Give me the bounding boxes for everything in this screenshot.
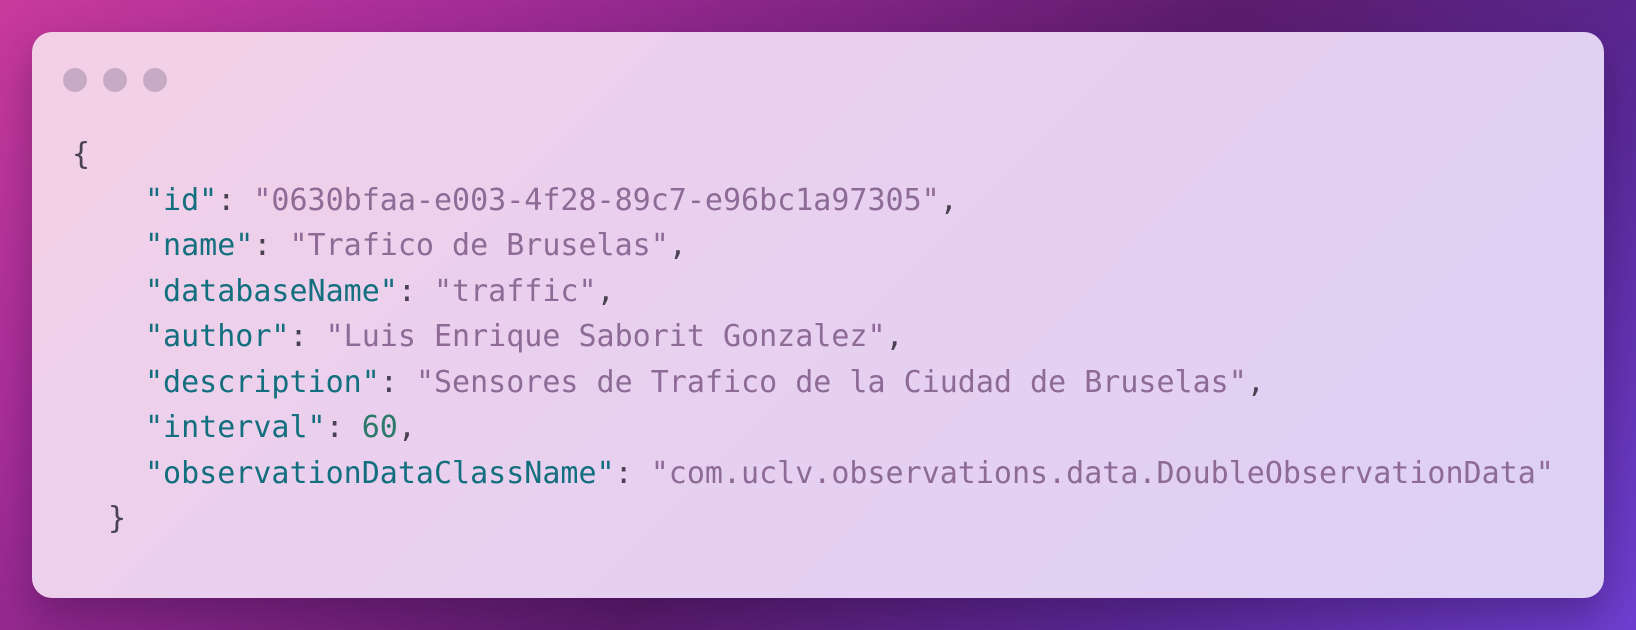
json-value-observation-data-class-name: "com.uclv.observations.data.DoubleObserv… [650, 455, 1554, 491]
code-line-observation-data-class-name: "observationDataClassName": "com.uclv.ob… [72, 451, 1554, 497]
code-line-id: "id": "0630bfaa-e003-4f28-89c7-e96bc1a97… [72, 178, 1554, 224]
json-value-author: "Luis Enrique Saborit Gonzalez" [325, 319, 886, 354]
colon: : [397, 273, 434, 309]
json-key-author: "author" [145, 319, 290, 354]
code-line-description: "description": "Sensores de Trafico de l… [72, 360, 1554, 406]
comma: , [668, 228, 687, 263]
code-window: { "id": "0630bfaa-e003-4f28-89c7-e96bc1a9… [32, 32, 1604, 598]
maximize-dot[interactable] [143, 68, 167, 92]
colon: : [253, 228, 290, 263]
minimize-dot[interactable] [103, 68, 127, 92]
colon: : [379, 364, 416, 400]
json-key-id: "id" [145, 182, 218, 218]
code-line-interval: "interval": 60, [72, 405, 1554, 451]
json-value-database-name: "traffic" [434, 273, 597, 309]
json-key-database-name: "databaseName" [145, 273, 398, 309]
code-line-name: "name": "Trafico de Bruselas", [72, 223, 1554, 269]
comma: , [397, 410, 416, 445]
json-value-name: "Trafico de Bruselas" [289, 228, 669, 263]
colon: : [217, 182, 254, 218]
close-dot[interactable] [63, 68, 87, 92]
json-value-description: "Sensores de Trafico de la Ciudad de Bru… [415, 364, 1247, 400]
json-key-description: "description" [145, 364, 380, 400]
open-brace: { [72, 137, 91, 172]
window-controls [63, 68, 167, 92]
code-line-close: } [72, 496, 1554, 542]
colon: : [289, 319, 326, 354]
comma: , [939, 182, 958, 218]
comma: , [1246, 364, 1265, 400]
code-line-open: { [72, 132, 1554, 178]
comma: , [596, 273, 615, 309]
code-line-author: "author": "Luis Enrique Saborit Gonzalez… [72, 314, 1554, 360]
colon: : [325, 410, 362, 445]
colon: : [614, 455, 651, 491]
code-line-database-name: "databaseName": "traffic", [72, 269, 1554, 315]
json-key-observation-data-class-name: "observationDataClassName" [145, 455, 615, 491]
comma: , [885, 319, 904, 354]
json-value-interval: 60 [361, 410, 398, 445]
json-key-interval: "interval" [145, 410, 326, 445]
close-brace: } [108, 501, 127, 536]
json-value-id: "0630bfaa-e003-4f28-89c7-e96bc1a97305" [253, 182, 940, 218]
json-key-name: "name" [145, 228, 254, 263]
code-block: { "id": "0630bfaa-e003-4f28-89c7-e96bc1a9… [72, 132, 1554, 542]
